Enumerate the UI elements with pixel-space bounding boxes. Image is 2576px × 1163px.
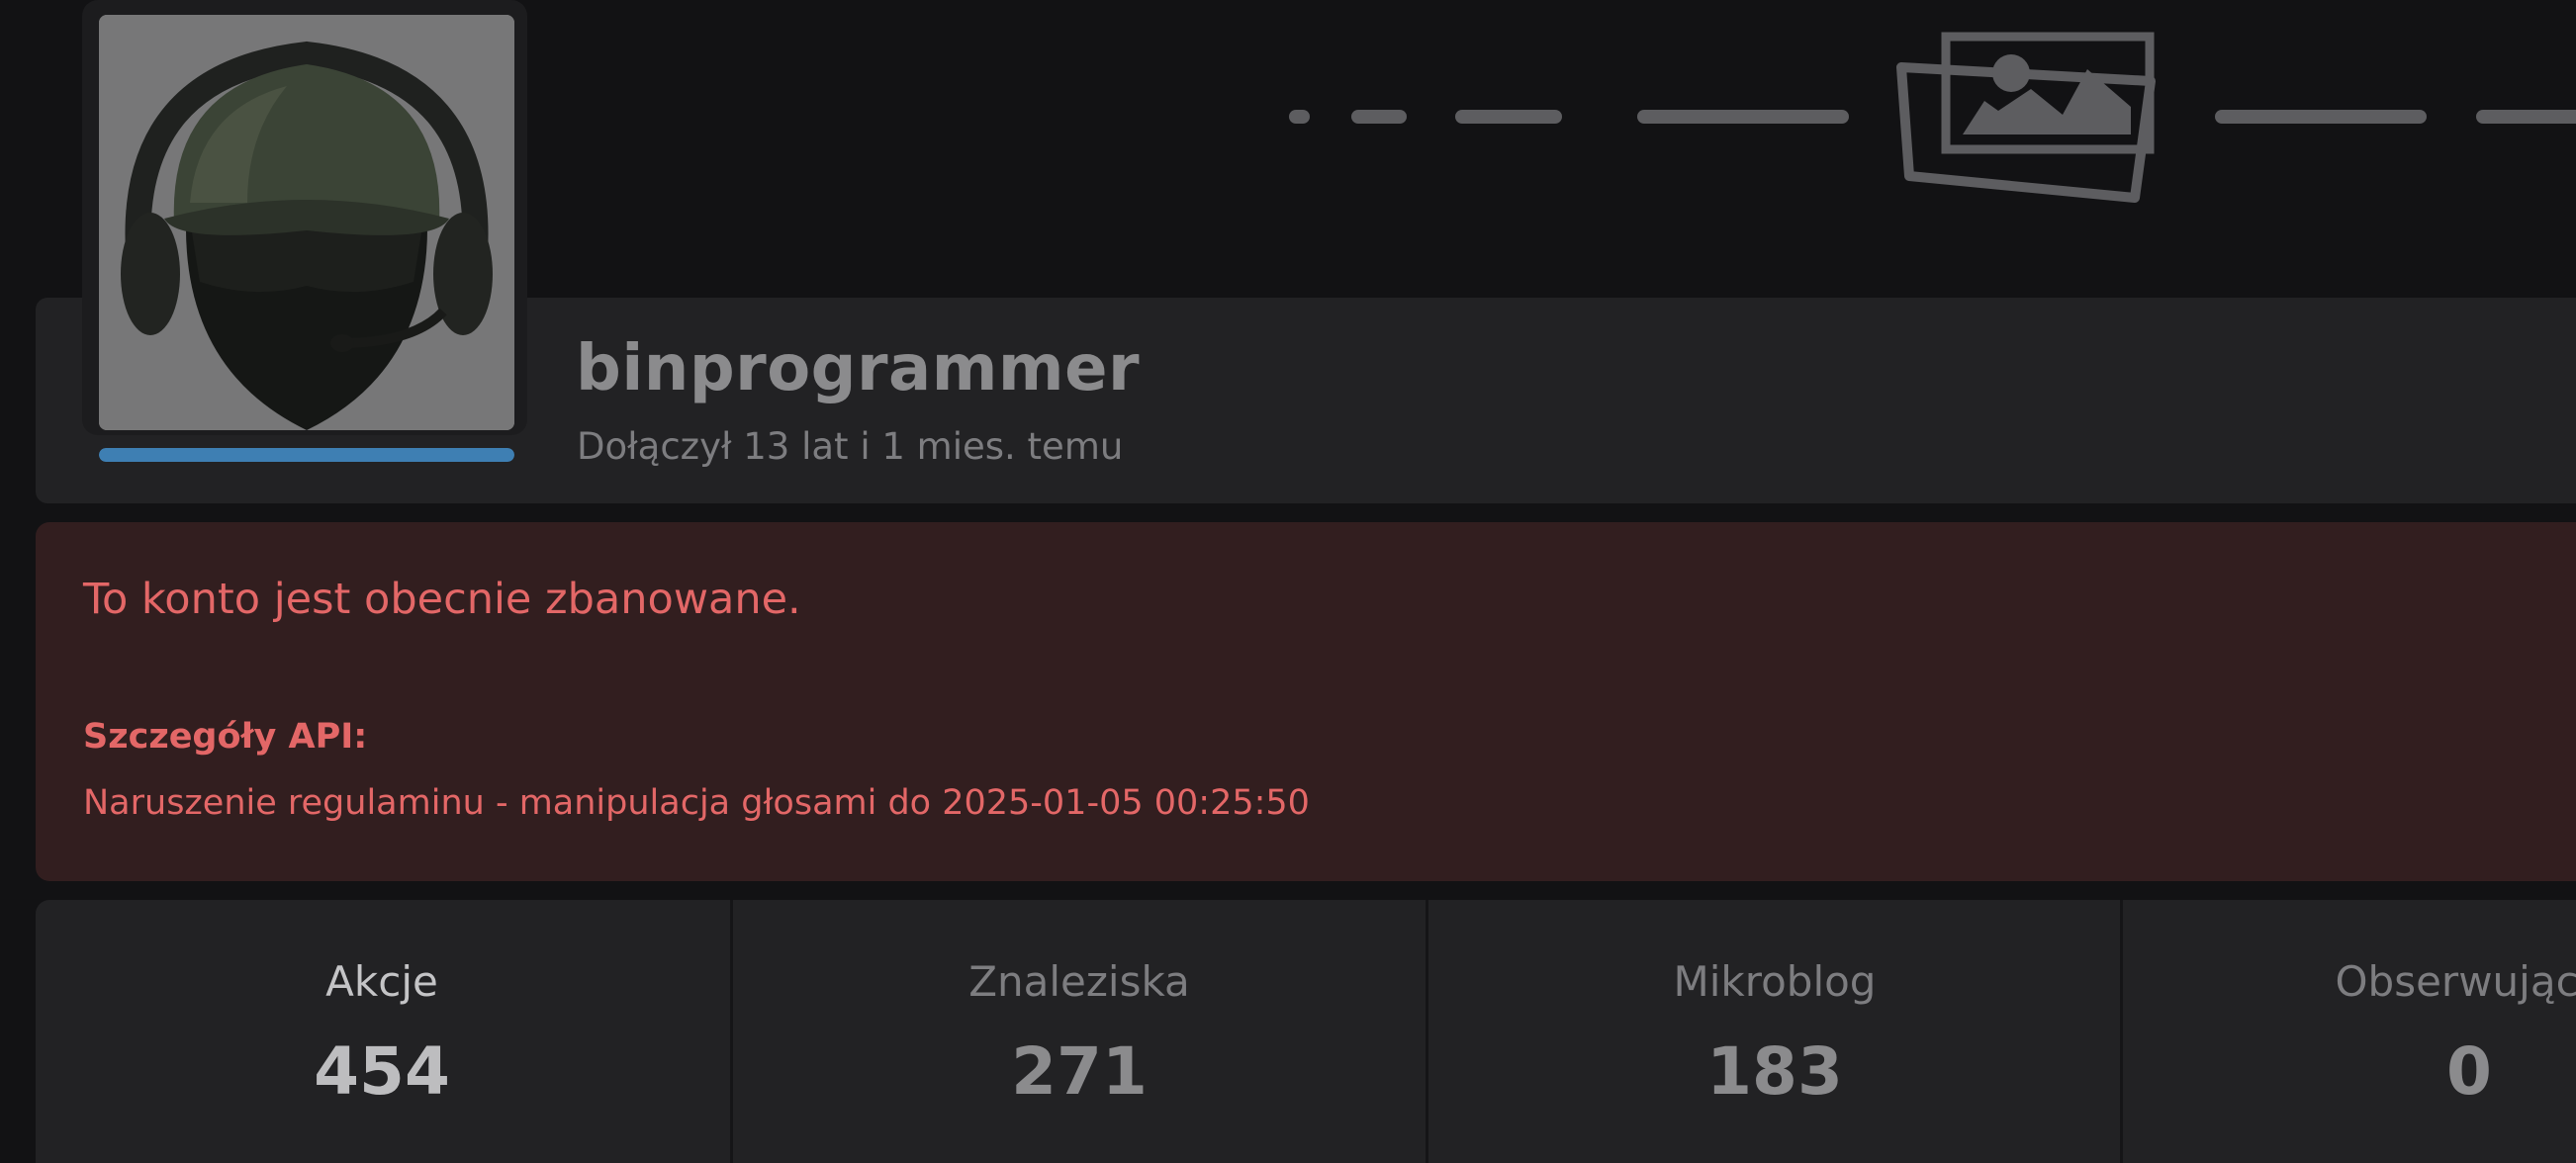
stat-label: Znaleziska (968, 957, 1190, 1006)
ban-alert: To konto jest obecnie zbanowane. Szczegó… (36, 522, 2576, 881)
stat-label: Obserwujący (2335, 957, 2576, 1006)
profile-page: binprogrammer Dołączył 13 lat i 1 mies. … (0, 0, 2576, 1163)
stat-value: 183 (1706, 1033, 1843, 1110)
stat-microblog[interactable]: Mikroblog 183 (1428, 900, 2121, 1163)
image-placeholder-icon (1289, 32, 2576, 203)
stat-findings[interactable]: Znaleziska 271 (733, 900, 1426, 1163)
avatar-icon (99, 15, 514, 430)
joined-date: Dołączył 13 lat i 1 mies. temu (577, 425, 1124, 468)
stats-bar: Akcje 454 Znaleziska 271 Mikroblog 183 O… (36, 900, 2576, 1163)
stat-value: 454 (314, 1033, 450, 1110)
username: binprogrammer (576, 332, 1141, 405)
avatar[interactable] (99, 15, 514, 430)
stat-followers[interactable]: Obserwujący 0 (2123, 900, 2576, 1163)
stat-label: Mikroblog (1673, 957, 1877, 1006)
stat-label: Akcje (325, 957, 438, 1006)
cover-placeholder (1276, 0, 2576, 227)
stat-actions[interactable]: Akcje 454 (36, 900, 728, 1163)
stat-value: 0 (2446, 1033, 2492, 1110)
ban-details-label: Szczegóły API: (83, 717, 368, 757)
stat-value: 271 (1011, 1033, 1148, 1110)
ban-title: To konto jest obecnie zbanowane. (83, 575, 801, 624)
level-progress-bar (99, 448, 514, 462)
level-progress-fill (99, 448, 514, 462)
ban-reason: Naruszenie regulaminu - manipulacja głos… (83, 783, 1310, 823)
